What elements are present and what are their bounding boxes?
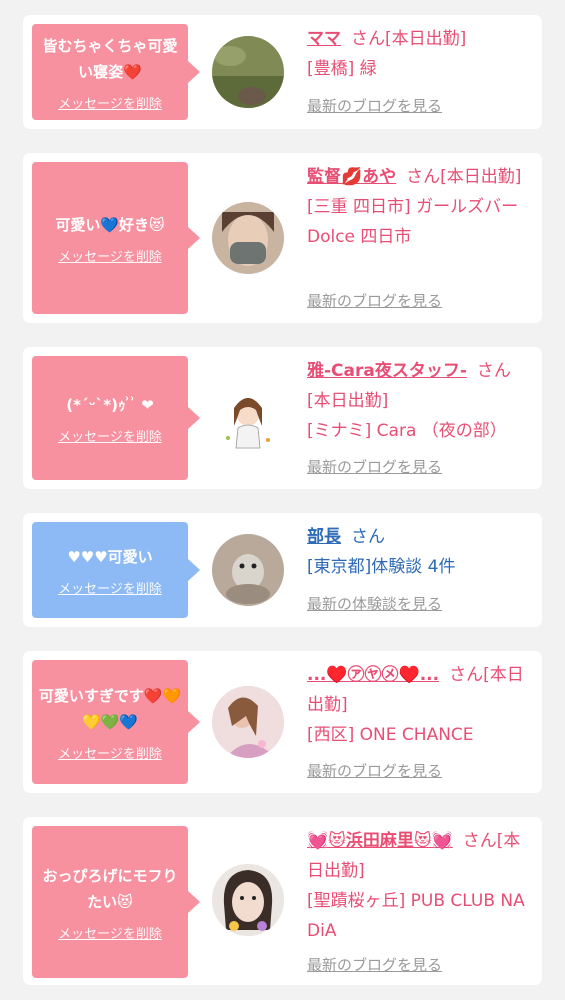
user-name-link[interactable]: ...♥️㋐㋳㋱♥️...	[307, 665, 439, 685]
user-info: ママ さん[本日出勤] [豊橋] 緑	[307, 24, 529, 84]
user-suffix: さん	[351, 527, 385, 547]
user-name-link[interactable]: ママ	[307, 29, 341, 49]
user-place: [ミナミ] Cara （夜の部）	[307, 421, 507, 441]
delete-message-link[interactable]: メッセージを削除	[58, 93, 162, 112]
user-place: [三重 四日市] ガールズバー Dolce 四日市	[307, 197, 519, 247]
user-info: 監督💋あや さん[本日出勤] [三重 四日市] ガールズバー Dolce 四日市	[307, 162, 529, 252]
user-info: 部長 さん [東京都]体験談 4件	[307, 522, 529, 582]
message-bubble: 可愛い💙好き😻 メッセージを削除	[32, 162, 200, 314]
message-bubble: (*´ᵕ`*)ｩ ͗ ͗ ❤ メッセージを削除	[32, 356, 200, 480]
user-name-link[interactable]: 💓😻浜田麻里😻💓	[307, 831, 453, 851]
user-place: [豊橋] 緑	[307, 59, 377, 79]
message-text: 皆むちゃくちゃ可愛い寝姿❤️	[42, 36, 178, 81]
delete-message-link[interactable]: メッセージを削除	[58, 923, 162, 942]
user-info: 雅-Cara夜スタッフ- さん[本日出勤] [ミナミ] Cara （夜の部）	[307, 356, 529, 446]
list-item: (*´ᵕ`*)ｩ ͗ ͗ ❤ メッセージを削除 雅-Cara夜スタッフ- さん[本…	[23, 347, 542, 489]
message-text: 可愛い💙好き😻	[55, 215, 165, 234]
avatar[interactable]	[212, 202, 284, 274]
user-place: [東京都]体験談 4件	[307, 557, 456, 577]
avatar[interactable]	[212, 534, 284, 606]
avatar[interactable]	[212, 382, 284, 454]
user-info: 💓😻浜田麻里😻💓 さん[本日出勤] [聖蹟桜ヶ丘] PUB CLUB NADiA	[307, 826, 529, 946]
message-bubble: おっぴろげにモフりたい😻 メッセージを削除	[32, 826, 200, 978]
latest-blog-link[interactable]: 最新のブログを見る	[307, 290, 442, 311]
user-name-link[interactable]: 監督💋あや	[307, 167, 396, 187]
message-text: おっぴろげにモフりたい😻	[42, 866, 178, 911]
user-name-link[interactable]: 部長	[307, 527, 341, 547]
delete-message-link[interactable]: メッセージを削除	[58, 743, 162, 762]
message-text: 可愛いすぎです❤️🧡💛💚💙	[38, 686, 182, 731]
user-suffix: さん[本日出勤]	[351, 29, 467, 49]
list-item: おっぴろげにモフりたい😻 メッセージを削除 💓😻浜田麻里😻💓 さん[本日出勤] […	[23, 817, 542, 985]
list-item: 可愛いすぎです❤️🧡💛💚💙 メッセージを削除 ...♥️㋐㋳㋱♥️... さん[本…	[23, 651, 542, 793]
avatar[interactable]	[212, 686, 284, 758]
user-info: ...♥️㋐㋳㋱♥️... さん[本日出勤] [西区] ONE CHANCE	[307, 660, 529, 750]
delete-message-link[interactable]: メッセージを削除	[58, 426, 162, 445]
user-suffix: さん[本日出勤]	[406, 167, 522, 187]
avatar[interactable]	[212, 864, 284, 936]
message-bubble: ♥♥♥可愛い メッセージを削除	[32, 522, 200, 618]
latest-blog-link[interactable]: 最新のブログを見る	[307, 760, 442, 781]
user-name-link[interactable]: 雅-Cara夜スタッフ-	[307, 361, 467, 381]
list-item: 可愛い💙好き😻 メッセージを削除 監督💋あや さん[本日出勤] [三重 四日市] …	[23, 153, 542, 323]
message-bubble: 皆むちゃくちゃ可愛い寝姿❤️ メッセージを削除	[32, 24, 200, 120]
delete-message-link[interactable]: メッセージを削除	[58, 578, 162, 597]
message-text: ♥♥♥可愛い	[67, 547, 153, 566]
list-item: ♥♥♥可愛い メッセージを削除 部長 さん [東京都]体験談 4件 最新の体験談を…	[23, 513, 542, 627]
latest-blog-link[interactable]: 最新のブログを見る	[307, 954, 442, 975]
latest-blog-link[interactable]: 最新のブログを見る	[307, 456, 442, 477]
message-bubble: 可愛いすぎです❤️🧡💛💚💙 メッセージを削除	[32, 660, 200, 784]
message-text: (*´ᵕ`*)ｩ ͗ ͗ ❤	[66, 395, 154, 414]
user-place: [西区] ONE CHANCE	[307, 725, 474, 745]
latest-review-link[interactable]: 最新の体験談を見る	[307, 593, 442, 614]
delete-message-link[interactable]: メッセージを削除	[58, 246, 162, 265]
avatar[interactable]	[212, 36, 284, 108]
latest-blog-link[interactable]: 最新のブログを見る	[307, 95, 442, 116]
user-place: [聖蹟桜ヶ丘] PUB CLUB NADiA	[307, 891, 525, 941]
favorite-message-list: 皆むちゃくちゃ可愛い寝姿❤️ メッセージを削除 ママ さん[本日出勤] [豊橋] …	[0, 0, 565, 1000]
list-item: 皆むちゃくちゃ可愛い寝姿❤️ メッセージを削除 ママ さん[本日出勤] [豊橋] …	[23, 15, 542, 129]
